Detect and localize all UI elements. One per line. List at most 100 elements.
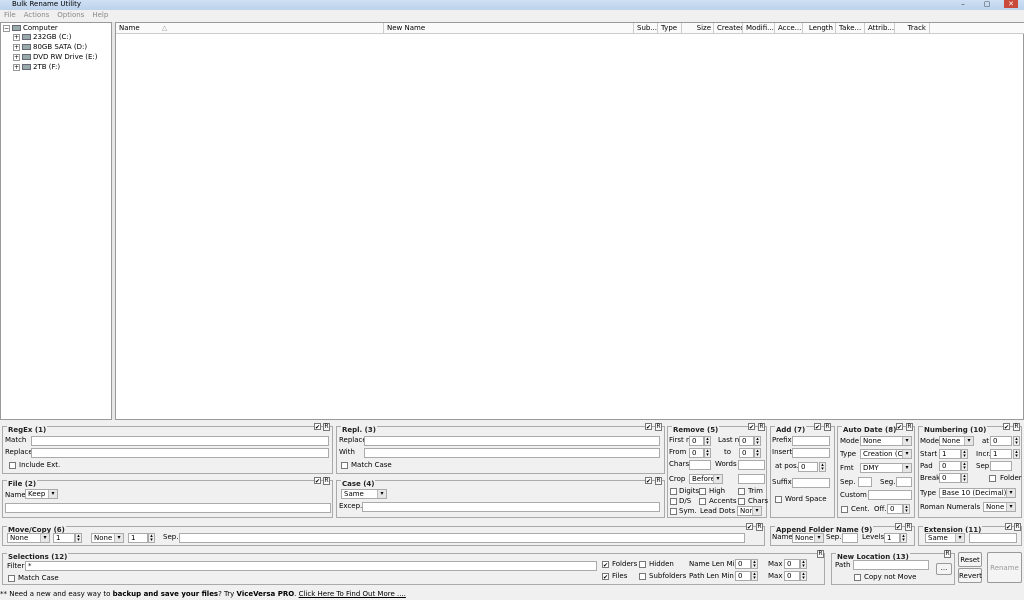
column-track[interactable]: Track — [895, 23, 930, 34]
tree-node-drive-d[interactable]: +80GB SATA (D:) — [13, 43, 87, 52]
selection-match-case-checkbox[interactable] — [8, 575, 15, 582]
new-location-reset-button[interactable]: R — [944, 550, 951, 558]
regex-match-input[interactable] — [31, 436, 329, 446]
append-levels-input[interactable]: 1 — [884, 533, 900, 543]
sym-checkbox[interactable] — [670, 508, 677, 515]
move-copy-reset-button[interactable]: R — [756, 523, 763, 531]
case-select[interactable]: Same — [341, 489, 387, 499]
case-exceptions-input[interactable] — [362, 502, 660, 512]
reset-button[interactable]: Reset — [958, 552, 982, 567]
number-incr-input[interactable]: 1 — [990, 449, 1012, 459]
regex-reset-button[interactable]: R — [323, 423, 330, 431]
regex-replace-input[interactable] — [31, 448, 329, 458]
replace-input[interactable] — [364, 436, 660, 446]
ds-checkbox[interactable] — [670, 498, 677, 505]
menu-help[interactable]: Help — [88, 10, 112, 21]
case-reset-button[interactable]: R — [655, 477, 662, 485]
extension-enable-checkbox[interactable] — [1005, 523, 1012, 530]
column-new-name[interactable]: New Name — [384, 23, 634, 34]
extension-input[interactable] — [969, 533, 1017, 543]
path-len-min-spinner[interactable]: ▴ ▾ — [751, 571, 758, 581]
path-len-max-spinner[interactable]: ▴ ▾ — [800, 571, 807, 581]
move-copy-mode2-select[interactable]: None — [91, 533, 124, 543]
case-enable-checkbox[interactable] — [645, 477, 652, 484]
date-type-select[interactable]: Creation (Cur — [860, 449, 912, 459]
high-checkbox[interactable] — [699, 488, 706, 495]
column-accessed[interactable]: Acce... — [775, 23, 803, 34]
expand-icon[interactable]: + — [13, 53, 20, 61]
column-length[interactable]: Length — [803, 23, 836, 34]
file-name-select[interactable]: Keep — [25, 489, 58, 499]
from-input[interactable]: 0 — [689, 448, 704, 458]
date-offset-spinner[interactable]: ▴ ▾ — [903, 504, 910, 514]
tree-node-computer[interactable]: − Computer — [3, 24, 58, 33]
date-offset-input[interactable]: 0 — [887, 504, 903, 514]
digits-checkbox[interactable] — [670, 488, 677, 495]
subfolders-checkbox[interactable] — [639, 573, 646, 580]
trim-checkbox[interactable] — [738, 488, 745, 495]
folder-tree[interactable]: − Computer +232GB (C:) +80GB SATA (D:) + D… — [0, 22, 112, 420]
prefix-input[interactable] — [792, 436, 830, 446]
tree-node-drive-c[interactable]: +232GB (C:) — [13, 33, 72, 42]
first-n-input[interactable]: 0 — [689, 436, 704, 446]
number-start-input[interactable]: 1 — [939, 449, 961, 459]
maximize-button[interactable]: ▢ — [980, 0, 994, 8]
date-format-select[interactable]: DMY — [860, 463, 912, 473]
date-custom-input[interactable] — [868, 490, 912, 500]
number-break-spinner[interactable]: ▴ ▾ — [961, 473, 968, 483]
move-copy-count2-input[interactable]: 1 — [128, 533, 148, 543]
extension-select[interactable]: Same — [925, 533, 965, 543]
date-mode-select[interactable]: None — [860, 436, 912, 446]
file-enable-checkbox[interactable] — [314, 477, 321, 484]
number-incr-spinner[interactable]: ▴ ▾ — [1013, 449, 1020, 459]
move-copy-mode1-select[interactable]: None — [7, 533, 50, 543]
move-copy-count1-input[interactable]: 1 — [53, 533, 75, 543]
menu-options[interactable]: Options — [53, 10, 88, 21]
path-input[interactable] — [853, 560, 929, 570]
number-pad-input[interactable]: 0 — [939, 461, 961, 471]
add-reset-button[interactable]: R — [824, 423, 831, 431]
menu-actions[interactable]: Actions — [20, 10, 54, 21]
column-taken[interactable]: Take... — [836, 23, 865, 34]
word-space-checkbox[interactable] — [775, 496, 782, 503]
close-button[interactable]: ✕ — [1004, 0, 1018, 8]
first-n-spinner[interactable]: ▴ ▾ — [704, 436, 711, 446]
column-sub[interactable]: Sub... — [634, 23, 658, 34]
date-seg-input[interactable] — [896, 477, 912, 487]
accents-checkbox[interactable] — [699, 498, 706, 505]
revert-button[interactable]: Revert — [958, 568, 982, 583]
append-sep-input[interactable] — [842, 533, 858, 543]
column-size[interactable]: Size — [682, 23, 714, 34]
copy-not-move-checkbox[interactable] — [854, 574, 861, 581]
crop-input[interactable] — [738, 474, 765, 484]
last-n-spinner[interactable]: ▴ ▾ — [754, 436, 761, 446]
file-reset-button[interactable]: R — [323, 477, 330, 485]
name-len-min-input[interactable]: 0 — [735, 559, 751, 569]
number-type-select[interactable]: Base 10 (Decimal) — [939, 488, 1016, 498]
century-checkbox[interactable] — [841, 506, 848, 513]
chars-input[interactable] — [689, 460, 711, 470]
numbering-reset-button[interactable]: R — [1013, 423, 1020, 431]
name-len-min-spinner[interactable]: ▴ ▾ — [751, 559, 758, 569]
last-n-input[interactable]: 0 — [739, 436, 754, 446]
expand-icon[interactable]: + — [13, 43, 20, 51]
words-input[interactable] — [738, 460, 765, 470]
append-levels-spinner[interactable]: ▴ ▾ — [900, 533, 907, 543]
collapse-icon[interactable]: − — [3, 24, 10, 32]
file-name-input[interactable] — [5, 503, 331, 513]
rename-button[interactable]: Rename — [987, 552, 1022, 583]
auto-date-reset-button[interactable]: R — [906, 423, 913, 431]
to-spinner[interactable]: ▴ ▾ — [754, 448, 761, 458]
append-name-select[interactable]: None — [792, 533, 824, 543]
folders-checkbox[interactable] — [602, 561, 609, 568]
minimize-button[interactable]: – — [956, 0, 970, 8]
replace-enable-checkbox[interactable] — [645, 423, 652, 430]
name-len-max-spinner[interactable]: ▴ ▾ — [800, 559, 807, 569]
tree-node-drive-f[interactable]: +2TB (F:) — [13, 63, 60, 72]
at-pos-spinner[interactable]: ▴ ▾ — [819, 462, 826, 472]
remove-chars-checkbox[interactable] — [738, 498, 745, 505]
column-attributes[interactable]: Attrib... — [865, 23, 895, 34]
number-pad-spinner[interactable]: ▴ ▾ — [961, 461, 968, 471]
path-len-min-input[interactable]: 0 — [735, 571, 751, 581]
column-type[interactable]: Type — [658, 23, 682, 34]
